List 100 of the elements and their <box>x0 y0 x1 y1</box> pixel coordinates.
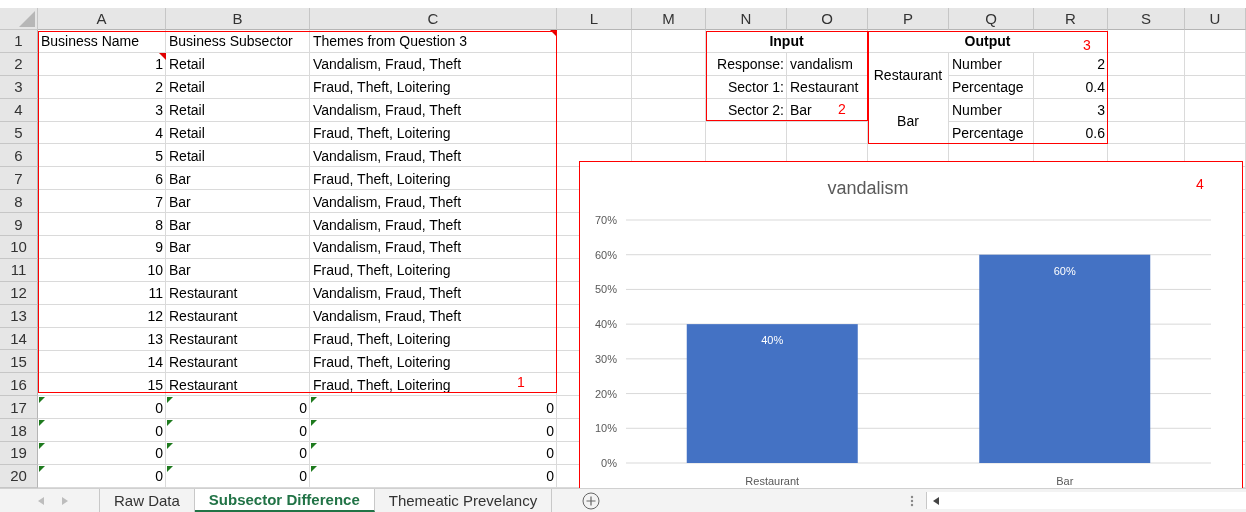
axis-tick-label: 70% <box>594 214 617 226</box>
table-cell: 11 <box>148 285 163 302</box>
table-cell: Fraud, Theft, Loitering <box>313 79 451 96</box>
table-cell: 12 <box>147 308 163 325</box>
row-header[interactable]: 11 <box>0 258 38 282</box>
axis-tick-label: 60% <box>594 248 617 261</box>
table-cell: Fraud, Theft, Loitering <box>313 125 451 141</box>
table-cell: Restaurant <box>169 331 238 347</box>
table-cell: Restaurant <box>169 353 238 370</box>
column-header[interactable]: S <box>1108 8 1185 30</box>
table-cell: 0 <box>299 468 307 485</box>
column-header[interactable]: C <box>310 8 557 30</box>
table-cell: Fraud, Theft, Loitering <box>313 170 451 187</box>
column-header[interactable]: R <box>1034 8 1108 30</box>
row-header[interactable]: 14 <box>0 327 38 351</box>
table-cell: Retail <box>169 102 205 119</box>
row-header[interactable]: 4 <box>0 98 38 122</box>
table-cell: 0 <box>299 445 307 462</box>
table-cell: Bar <box>169 216 191 233</box>
row-header[interactable]: 17 <box>0 396 38 420</box>
column-header[interactable]: A <box>38 8 166 30</box>
row-header[interactable]: 9 <box>0 213 38 236</box>
table-cell: 0 <box>155 468 163 485</box>
row-header[interactable]: 12 <box>0 281 38 305</box>
table-cell: Fraud, Theft, Loitering <box>313 331 451 347</box>
table-cell: Restaurant <box>169 376 238 393</box>
row-header[interactable]: 2 <box>0 52 38 76</box>
row-header[interactable]: 5 <box>0 121 38 145</box>
field-value: Bar <box>790 102 812 119</box>
table-cell: 0 <box>155 422 163 439</box>
table-cell: Percentage <box>952 79 1024 96</box>
table-cell: 0 <box>155 399 163 416</box>
table-cell: Number <box>952 102 1002 119</box>
select-all-icon[interactable] <box>19 11 35 27</box>
table-cell: 14 <box>147 353 163 370</box>
table-cell: 0 <box>546 422 554 439</box>
column-header[interactable]: M <box>632 8 706 30</box>
row-header[interactable]: 15 <box>0 350 38 374</box>
table-cell: Vandalism, Fraud, Theft <box>313 285 462 302</box>
chart-title: vandalism <box>827 178 909 198</box>
column-heading: Themes from Question 3 <box>313 33 468 50</box>
table-cell: 2 <box>1097 56 1105 73</box>
column-header[interactable]: P <box>868 8 949 30</box>
table-cell: Retail <box>169 147 205 164</box>
table-cell: Bar <box>169 239 191 256</box>
field-label: Response: <box>717 56 784 73</box>
column-header[interactable]: U <box>1185 8 1246 30</box>
table-cell: 8 <box>155 216 163 233</box>
table-cell: Bar <box>169 262 191 279</box>
more-icon[interactable] <box>910 494 915 507</box>
row-header[interactable]: 8 <box>0 190 38 214</box>
table-cell: Vandalism, Fraud, Theft <box>313 102 462 119</box>
axis-tick-label: 30% <box>594 352 617 365</box>
row-header[interactable]: 16 <box>0 373 38 397</box>
row-header[interactable]: 1 <box>0 30 38 53</box>
column-header[interactable]: L <box>557 8 632 30</box>
sheet-tab[interactable]: Subsector Difference <box>194 489 375 512</box>
table-cell: 6 <box>155 170 163 187</box>
table-cell: Retail <box>169 79 205 96</box>
field-label: Sector 2: <box>727 102 784 119</box>
category-label: Restaurant <box>745 475 800 487</box>
table-cell: Vandalism, Fraud, Theft <box>313 193 462 210</box>
data-label: 40% <box>761 334 784 347</box>
table-cell: Percentage <box>952 125 1024 141</box>
table-cell: Bar <box>169 193 191 210</box>
row-header[interactable]: 19 <box>0 442 38 465</box>
row-header[interactable]: 3 <box>0 75 38 99</box>
table-cell: Fraud, Theft, Loitering <box>313 262 451 279</box>
field-label: Sector 1: <box>727 79 784 96</box>
horizontal-scrollbar[interactable] <box>926 492 1246 509</box>
column-header[interactable]: N <box>706 8 787 30</box>
annotation-number: 1 <box>517 374 525 390</box>
table-cell: 0 <box>155 445 163 462</box>
table-cell: 0 <box>546 399 554 416</box>
field-value: vandalism <box>790 56 854 73</box>
table-cell: 3 <box>155 102 163 119</box>
table-cell: 0 <box>546 445 554 462</box>
row-header[interactable]: 10 <box>0 236 38 259</box>
table-cell: 0.6 <box>1085 125 1105 141</box>
column-header[interactable]: B <box>166 8 310 30</box>
row-header[interactable]: 6 <box>0 144 38 168</box>
column-header[interactable]: O <box>787 8 868 30</box>
scroll-right-icon[interactable] <box>62 496 68 505</box>
table-cell: 15 <box>147 376 163 393</box>
axis-tick-label: 20% <box>594 387 617 400</box>
table-cell: Retail <box>169 56 205 73</box>
table-cell: 0 <box>299 399 307 416</box>
row-header[interactable]: 18 <box>0 419 38 443</box>
row-header[interactable]: 13 <box>0 304 38 328</box>
table-cell: 4 <box>155 125 163 141</box>
scroll-left-icon[interactable] <box>933 496 940 505</box>
axis-tick-label: 0% <box>601 457 617 469</box>
annotation-number: 2 <box>838 101 846 117</box>
column-header[interactable]: Q <box>949 8 1034 30</box>
row-header[interactable]: 7 <box>0 167 38 191</box>
table-cell: Bar <box>169 170 191 187</box>
add-sheet-icon[interactable] <box>582 491 601 510</box>
table-cell: Restaurant <box>169 308 238 325</box>
annotation-number: 3 <box>1083 37 1091 53</box>
row-header[interactable]: 20 <box>0 464 38 488</box>
